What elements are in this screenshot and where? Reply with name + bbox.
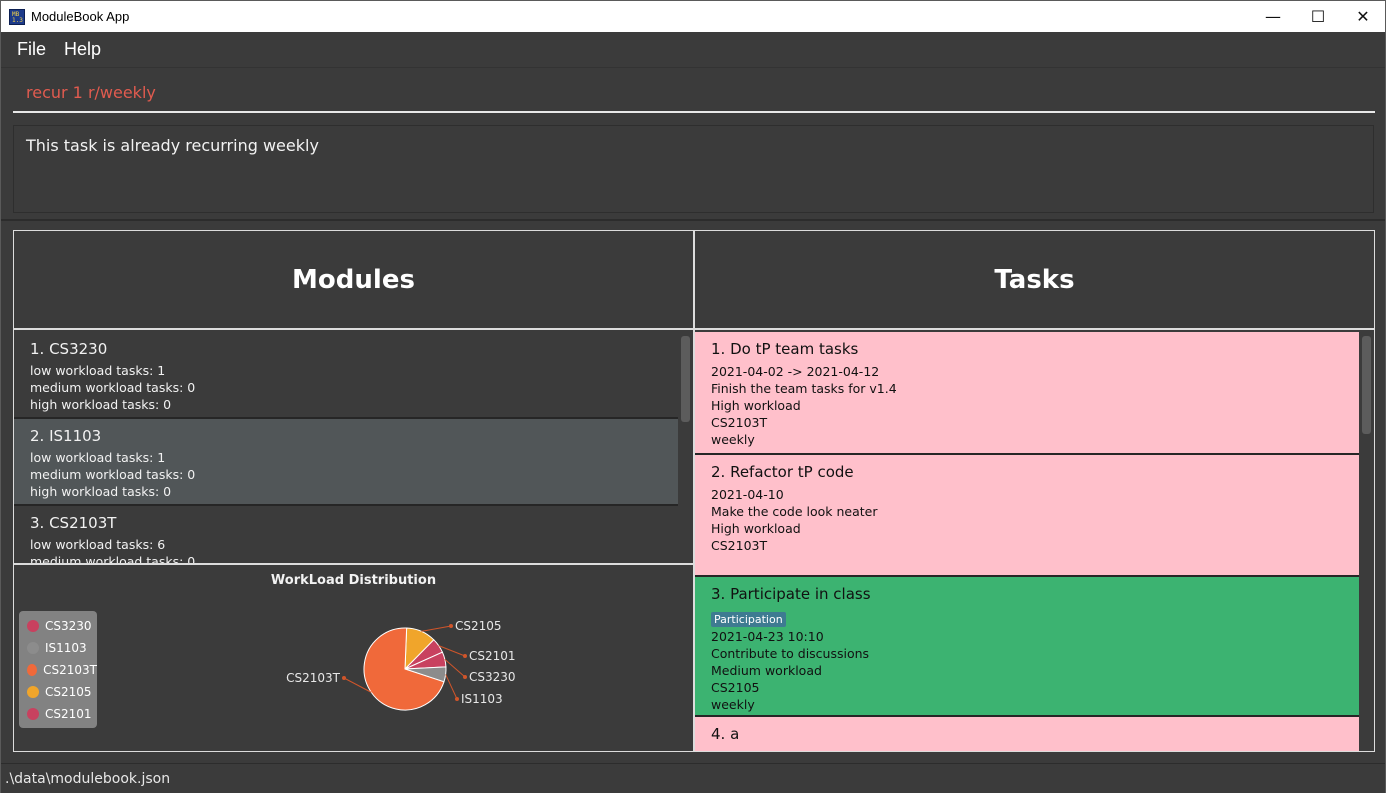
status-bar-path: .\data\modulebook.json <box>1 763 1385 793</box>
task-workload: Medium workload <box>711 663 822 678</box>
task-recurrence: weekly <box>711 432 755 447</box>
minimize-icon[interactable]: — <box>1250 1 1296 32</box>
module-card[interactable]: 1. CS3230 low workload tasks: 1 medium w… <box>14 332 678 419</box>
task-title: 3. Participate in class <box>711 585 871 603</box>
module-medium: medium workload tasks: 0 <box>30 467 196 482</box>
pie-label: CS2105 <box>455 619 502 633</box>
task-recurrence: weekly <box>711 697 755 712</box>
pie-label: CS3230 <box>469 670 516 684</box>
task-module: CS2105 <box>711 680 760 695</box>
module-low: low workload tasks: 1 <box>30 363 166 378</box>
command-input[interactable]: recur 1 r/weekly <box>13 76 1375 113</box>
task-list[interactable]: 1. Do tP team tasks 2021-04-02 -> 2021-0… <box>695 332 1359 751</box>
task-card[interactable]: 2. Refactor tP code 2021-04-10 Make the … <box>695 455 1359 577</box>
module-title: 3. CS2103T <box>30 514 117 532</box>
module-low: low workload tasks: 1 <box>30 450 166 465</box>
pie-label: IS1103 <box>461 692 503 706</box>
task-date: 2021-04-10 <box>711 487 784 502</box>
task-workload: High workload <box>711 521 801 536</box>
menu-bar: File Help <box>1 32 1385 68</box>
task-workload: High workload <box>711 398 801 413</box>
module-scrollbar[interactable] <box>678 332 693 564</box>
app-logo-icon: MB 1.3 <box>9 8 25 25</box>
module-title: 1. CS3230 <box>30 340 108 358</box>
pie-leader-dot <box>342 676 346 680</box>
maximize-icon[interactable]: ☐ <box>1295 1 1341 32</box>
module-high: high workload tasks: 0 <box>30 484 172 499</box>
pie-label: CS2103T <box>286 671 341 685</box>
task-title: 1. Do tP team tasks <box>711 340 859 358</box>
scrollbar-thumb[interactable] <box>1362 336 1371 434</box>
task-module: CS2103T <box>711 538 768 553</box>
task-description: Contribute to discussions <box>711 646 870 661</box>
command-box: recur 1 r/weekly <box>1 68 1385 120</box>
module-card[interactable]: 3. CS2103T low workload tasks: 6 medium … <box>14 506 678 564</box>
module-high: high workload tasks: 0 <box>30 397 172 412</box>
result-display: This task is already recurring weekly <box>13 125 1374 213</box>
module-low: low workload tasks: 6 <box>30 537 166 552</box>
pie-leader-line <box>445 674 458 700</box>
pie-leader-line <box>444 658 466 678</box>
pie-label: CS2101 <box>469 649 516 663</box>
app-window: MB 1.3 ModuleBook App — ☐ ✕ File Help re… <box>0 0 1386 793</box>
tasks-header: Tasks <box>695 231 1374 330</box>
task-title: 4. a <box>711 725 740 743</box>
title-bar: MB 1.3 ModuleBook App — ☐ ✕ <box>1 1 1385 32</box>
menu-file[interactable]: File <box>17 39 46 60</box>
divider <box>1 219 1385 221</box>
workload-chart: WorkLoad Distribution CS3230 IS1103 CS21… <box>14 565 693 751</box>
module-list[interactable]: 1. CS3230 low workload tasks: 1 medium w… <box>14 332 678 564</box>
module-title: 2. IS1103 <box>30 427 102 445</box>
task-description: Make the code look neater <box>711 504 878 519</box>
pie-leader-dot <box>455 697 459 701</box>
module-medium: medium workload tasks: 0 <box>30 380 196 395</box>
task-module: CS2103T <box>711 415 768 430</box>
pie-leader-line <box>421 625 452 632</box>
task-tag: Participation <box>711 612 786 627</box>
pie-leader-dot <box>449 624 453 628</box>
task-card[interactable]: 4. a <box>695 717 1359 751</box>
scrollbar-thumb[interactable] <box>681 336 690 422</box>
main-panels: Modules Tasks 1. CS3230 low workload tas… <box>13 230 1375 752</box>
pie-chart: CS2105 CS2101 CS3230 IS1103 CS2103T <box>286 619 516 711</box>
menu-help[interactable]: Help <box>64 39 101 60</box>
window-title: ModuleBook App <box>31 9 130 24</box>
task-title: 2. Refactor tP code <box>711 463 854 481</box>
task-card[interactable]: 3. Participate in class Participation 20… <box>695 577 1359 717</box>
task-scrollbar[interactable] <box>1359 332 1374 751</box>
pie-leader-dot <box>463 675 467 679</box>
close-icon[interactable]: ✕ <box>1340 1 1386 32</box>
task-card[interactable]: 1. Do tP team tasks 2021-04-02 -> 2021-0… <box>695 332 1359 455</box>
task-date: 2021-04-23 10:10 <box>711 629 824 644</box>
task-date: 2021-04-02 -> 2021-04-12 <box>711 364 880 379</box>
module-card[interactable]: 2. IS1103 low workload tasks: 1 medium w… <box>14 419 678 506</box>
pie-leader-dot <box>463 654 467 658</box>
modules-header: Modules <box>14 231 693 330</box>
task-description: Finish the team tasks for v1.4 <box>711 381 897 396</box>
